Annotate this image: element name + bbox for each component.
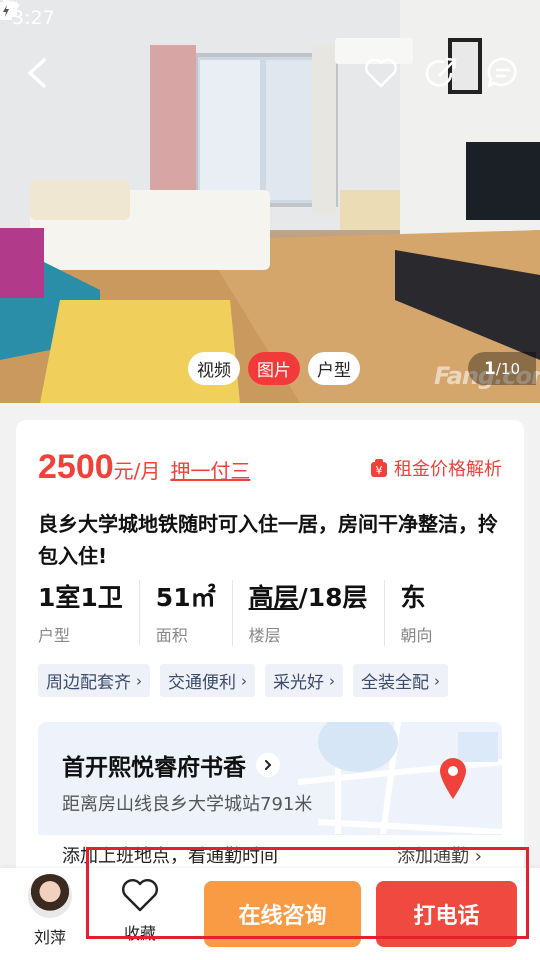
agent-profile[interactable]: 刘萍 [26, 874, 74, 948]
price-analysis-label: 租金价格解析 [394, 459, 502, 480]
tag-label: 交通便利 [168, 673, 236, 693]
floor-level-link[interactable]: 高层 [249, 583, 299, 612]
back-arrow-icon [28, 58, 46, 88]
photo-counter-current: 1 [484, 358, 496, 379]
tag-label: 周边配套齐 [46, 673, 131, 693]
price-unit: 元/月 [113, 459, 161, 483]
tag-label: 全装全配 [361, 673, 429, 693]
tag-surroundings[interactable]: 周边配套齐 › [38, 664, 150, 697]
tag-label: 采光好 [273, 673, 324, 693]
online-consult-button[interactable]: 在线咨询 [204, 881, 361, 947]
commute-row[interactable]: 添加上班地点，看通勤时间 添加通勤 › [38, 834, 502, 872]
payment-term-link[interactable]: 押一付三 [170, 455, 250, 484]
listing-title: 良乡大学城地铁随时可入住一居，房间干净整洁，拎包入住! [38, 512, 498, 568]
tag-furnished[interactable]: 全装全配 › [353, 664, 448, 697]
chevron-right-icon: › [434, 671, 440, 690]
add-commute-label: 添加通勤 [397, 845, 470, 867]
heart-outline-icon [122, 879, 158, 912]
media-tabs: 视频 图片 户型 [188, 352, 360, 385]
share-icon [425, 57, 457, 87]
call-button[interactable]: 打电话 [376, 881, 517, 947]
attributes-row: 1室1卫 户型 51㎡ 面积 高层/18层 楼层 东 朝向 [38, 580, 508, 646]
attr-label: 楼层 [248, 626, 281, 645]
community-name: 首开熙悦睿府书香 [62, 755, 246, 781]
agent-avatar [28, 874, 72, 918]
favorite-top-button[interactable] [362, 54, 400, 92]
message-button[interactable] [484, 54, 522, 92]
share-button[interactable] [423, 54, 461, 92]
community-distance: 距离房山线良乡大学城站791米 [62, 794, 313, 815]
agent-name: 刘萍 [33, 928, 66, 947]
add-commute-link[interactable]: 添加通勤 › [397, 842, 482, 868]
attr-label: 面积 [155, 626, 188, 645]
chevron-right-icon: › [136, 671, 142, 690]
battery-icon [0, 0, 12, 20]
attr-floor[interactable]: 高层/18层 楼层 [231, 580, 384, 646]
chevron-right-icon: › [241, 671, 247, 690]
chevron-right-icon: › [329, 671, 335, 690]
community-name-row: 首开熙悦睿府书香 [62, 748, 280, 782]
collect-button[interactable]: 收藏 [114, 878, 166, 944]
chevron-right-icon [256, 753, 280, 777]
photo-counter-total: /10 [495, 359, 520, 378]
svg-text:¥: ¥ [376, 464, 383, 477]
bottom-action-bar: 刘萍 收藏 在线咨询 打电话 [0, 868, 540, 960]
attr-value: 东 [400, 583, 426, 612]
collect-label: 收藏 [123, 924, 156, 943]
chevron-right-icon: › [474, 845, 482, 867]
price-row: 2500 元/月 押一付三 ¥ 租金价格解析 [38, 448, 502, 494]
attr-layout: 1室1卫 户型 [38, 580, 139, 646]
commute-prompt: 添加上班地点，看通勤时间 [62, 845, 278, 867]
attr-area: 51㎡ 面积 [138, 580, 232, 646]
attr-label: 户型 [38, 626, 71, 645]
tab-floorplan[interactable]: 户型 [308, 352, 360, 385]
listing-photo[interactable]: 3:27 视频 图片 户型 Fang.co 1 /10 [0, 0, 540, 403]
tab-video[interactable]: 视频 [188, 352, 240, 385]
heart-icon [365, 58, 397, 88]
attr-value: 1室1卫 [38, 583, 123, 612]
floor-total: /18层 [298, 583, 368, 612]
community-map-card[interactable]: 首开熙悦睿府书香 距离房山线良乡大学城站791米 添加上班地点，看通勤时间 添加… [38, 722, 502, 872]
price-analysis-link[interactable]: ¥ 租金价格解析 [370, 455, 502, 481]
location-pin-icon [440, 758, 466, 799]
attr-value: 51㎡ [155, 583, 216, 612]
photo-counter: 1 /10 [468, 352, 536, 385]
attr-label: 朝向 [400, 626, 433, 645]
chat-bubble-icon [487, 57, 517, 88]
price-value: 2500 [38, 448, 114, 486]
tag-transport[interactable]: 交通便利 › [160, 664, 255, 697]
status-bar: 3:27 [0, 0, 540, 36]
tab-pictures[interactable]: 图片 [248, 352, 300, 385]
tag-lighting[interactable]: 采光好 › [265, 664, 343, 697]
attr-value: 高层/18层 [249, 580, 368, 616]
attr-orientation: 东 朝向 [383, 580, 449, 646]
back-button[interactable] [18, 54, 56, 92]
price-tag-icon: ¥ [371, 459, 387, 477]
feature-tags: 周边配套齐 › 交通便利 › 采光好 › 全装全配 › [38, 664, 448, 697]
